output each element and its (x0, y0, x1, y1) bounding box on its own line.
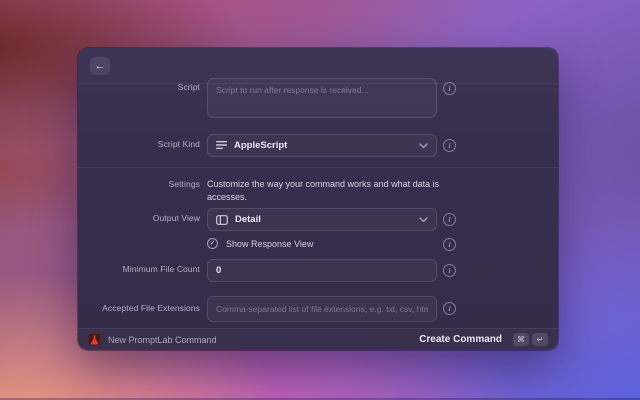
output-view-label: Output View (78, 213, 200, 223)
info-icon[interactable]: i (443, 213, 456, 226)
show-response-view-label: Show Response View (226, 239, 313, 249)
info-icon[interactable]: i (443, 302, 456, 315)
settings-description: Customize the way your command works and… (207, 178, 451, 204)
accepted-file-extensions-input[interactable] (207, 296, 437, 322)
info-glyph: i (448, 84, 450, 93)
info-glyph: i (448, 141, 450, 150)
info-glyph: i (448, 240, 450, 249)
check-glyph: ✓ (210, 240, 216, 247)
info-icon[interactable]: i (443, 238, 456, 251)
minimum-file-count-label: Minimum File Count (78, 264, 200, 274)
sidebar-layout-icon (216, 215, 228, 225)
create-command-label: Create Command (419, 334, 502, 345)
window-footer: New PromptLab Command Create Command ⌘ ↵ (78, 328, 558, 350)
info-glyph: i (448, 266, 450, 275)
info-icon[interactable]: i (443, 264, 456, 277)
checkbox-checked-icon[interactable]: ✓ (207, 238, 218, 249)
info-glyph: i (448, 304, 450, 313)
script-textarea[interactable] (207, 78, 437, 118)
info-icon[interactable]: i (443, 139, 456, 152)
return-key-icon: ↵ (532, 333, 548, 346)
output-view-value: Detail (235, 214, 419, 225)
script-kind-select[interactable]: AppleScript (207, 134, 437, 157)
chevron-down-icon (419, 143, 428, 149)
script-kind-label: Script Kind (78, 139, 200, 149)
footer-app-name: New PromptLab Command (108, 335, 217, 345)
section-divider (78, 167, 558, 168)
info-icon[interactable]: i (443, 82, 456, 95)
accepted-file-extensions-label: Accepted File Extensions (78, 303, 200, 313)
minimum-file-count-input[interactable] (207, 259, 437, 282)
show-response-view-checkbox-row[interactable]: ✓ Show Response View (207, 238, 313, 249)
cmd-key-icon: ⌘ (513, 333, 529, 346)
settings-label: Settings (78, 179, 200, 189)
info-glyph: i (448, 215, 450, 224)
promptlab-flask-icon (88, 333, 101, 346)
script-kind-value: AppleScript (234, 140, 419, 151)
promptlab-command-window: ← Script i Script Kind AppleScript i Set… (78, 48, 558, 350)
back-button[interactable]: ← (90, 57, 110, 75)
create-command-button[interactable]: Create Command ⌘ ↵ (419, 333, 548, 346)
chevron-down-icon (419, 217, 428, 223)
arrow-left-icon: ← (95, 61, 106, 72)
script-label: Script (78, 82, 200, 92)
text-lines-icon (216, 140, 227, 151)
output-view-select[interactable]: Detail (207, 208, 437, 231)
